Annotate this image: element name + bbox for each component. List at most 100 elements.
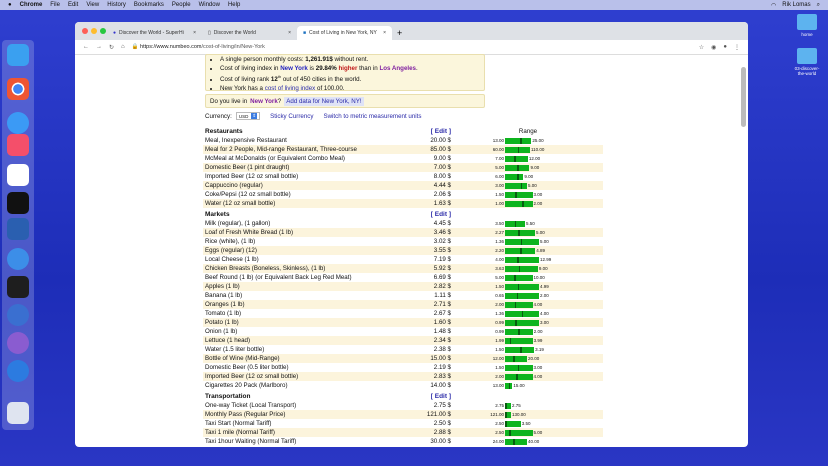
- range-low: 13.00: [492, 383, 504, 388]
- edit-link[interactable]: [ Edit ]: [373, 390, 453, 401]
- slack-icon[interactable]: [7, 164, 29, 186]
- vscode-icon[interactable]: [7, 218, 29, 240]
- table-row: Oranges (1 lb) 2.71 $ 2.00 4.00: [203, 300, 603, 309]
- menu-icon[interactable]: ⋮: [734, 44, 740, 51]
- figma-icon[interactable]: [7, 276, 29, 298]
- item-name: McMeal at McDonalds (or Equivalent Combo…: [205, 155, 345, 162]
- range-bar: 1.50 3.00: [455, 190, 601, 199]
- sticky-currency-link[interactable]: Sticky Currency: [270, 113, 313, 120]
- tweetbot-icon[interactable]: [7, 360, 29, 382]
- tab-superhi[interactable]: ● Discover the World - SuperHi ×: [107, 26, 202, 40]
- trash-icon[interactable]: [7, 402, 29, 424]
- edit-link[interactable]: [ Edit ]: [373, 208, 453, 219]
- clock-icon[interactable]: [7, 248, 29, 270]
- menu-bookmarks[interactable]: Bookmarks: [134, 2, 164, 8]
- metric-units-link[interactable]: Switch to metric measurement units: [323, 113, 421, 120]
- item-price: 4.44 $: [373, 181, 453, 190]
- item-name: Imported Beer (12 oz small bottle): [203, 372, 373, 381]
- wifi-icon[interactable]: ◠: [771, 2, 776, 9]
- range-low: 3.50: [495, 221, 504, 226]
- los-angeles-link[interactable]: Los Angeles: [379, 65, 416, 72]
- minimize-window-button[interactable]: [91, 28, 97, 34]
- range-fill: [505, 238, 539, 245]
- range-high: 3.50: [521, 421, 531, 426]
- paint-icon[interactable]: [7, 332, 29, 354]
- range-low: 3.00: [495, 183, 504, 188]
- range-low: 3.63: [495, 266, 504, 271]
- scrollbar[interactable]: [741, 67, 746, 127]
- desktop-folder-discover[interactable]: 03-discover-the-world: [792, 48, 822, 76]
- item-price: 1.11 $: [434, 292, 451, 299]
- music-icon[interactable]: [7, 134, 29, 156]
- range-low: 1.50: [495, 347, 504, 352]
- range-fill: [505, 200, 533, 207]
- close-tab-icon[interactable]: ×: [193, 30, 196, 36]
- search-icon[interactable]: ⌕: [817, 2, 820, 9]
- menu-history[interactable]: History: [107, 2, 126, 8]
- range-bar: 0.65 2.00: [455, 291, 601, 300]
- add-data-button[interactable]: Add data for New York, NY!: [284, 96, 364, 106]
- range-low: 1.00: [495, 201, 504, 206]
- range-fill: [505, 355, 527, 362]
- item-name: Eggs (regular) (12): [203, 246, 373, 255]
- item-price: 2.71 $: [373, 300, 453, 309]
- table-row: Domestic Beer (0.5 liter bottle) 2.19 $ 1.…: [203, 363, 603, 372]
- table-row: Eggs (regular) (12) 3.55 $ 2.20 4.89: [203, 246, 603, 255]
- forward-icon[interactable]: →: [96, 44, 102, 50]
- table-row: Tomato (1 lb) 2.67 $ 1.36 4.00: [203, 309, 603, 318]
- range-header: [453, 208, 603, 219]
- menu-file[interactable]: File: [50, 2, 60, 8]
- menu-people[interactable]: People: [172, 2, 191, 8]
- range-bar: 6.00 9.00: [455, 172, 601, 181]
- tab-discover[interactable]: ▯ Discover the World ×: [202, 26, 297, 40]
- edit-link[interactable]: [ Edit ]: [373, 125, 453, 136]
- range-high: 9.00: [538, 266, 548, 271]
- range-fill: [505, 247, 536, 254]
- menu-app[interactable]: Chrome: [20, 2, 43, 8]
- cost-index-link[interactable]: cost of living index: [265, 85, 316, 92]
- price-marker: [518, 328, 520, 335]
- close-tab-icon[interactable]: ×: [288, 30, 291, 36]
- price-marker: [509, 337, 512, 344]
- range-bar: 2.00 4.00: [455, 372, 601, 381]
- profile-avatar[interactable]: ●: [723, 44, 727, 50]
- finder-icon[interactable]: [7, 44, 29, 66]
- zoom-window-button[interactable]: [100, 28, 106, 34]
- folder-icon: [797, 48, 817, 64]
- menu-help[interactable]: Help: [228, 2, 240, 8]
- menu-view[interactable]: View: [86, 2, 99, 8]
- tab-numbeo[interactable]: ■ Cost of Living in New York, NY ×: [297, 26, 392, 40]
- menu-window[interactable]: Window: [199, 2, 220, 8]
- range-low: 13.00: [492, 138, 504, 143]
- range-fill: [505, 382, 513, 389]
- desktop-folder-home[interactable]: home: [792, 14, 822, 37]
- chrome-icon[interactable]: [7, 78, 29, 100]
- apple-icon[interactable]: ●: [8, 2, 12, 8]
- address-bar[interactable]: 🔒 https://www.numbeo.com/cost-of-living/…: [132, 44, 692, 50]
- new-tab-button[interactable]: +: [392, 28, 402, 40]
- city-link[interactable]: New York: [250, 98, 278, 105]
- app-icon[interactable]: [7, 304, 29, 326]
- range-low: 0.65: [495, 293, 504, 298]
- user-name[interactable]: Rik Lomas: [782, 2, 810, 9]
- item-price: 1.48 $: [433, 328, 451, 335]
- menu-edit[interactable]: Edit: [68, 2, 78, 8]
- messages-icon[interactable]: [7, 112, 29, 134]
- close-tab-icon[interactable]: ×: [383, 30, 386, 36]
- range-fill: [505, 229, 536, 236]
- reload-icon[interactable]: ↻: [109, 44, 114, 51]
- range-high: 4.89: [536, 248, 546, 253]
- table-row: One-way Ticket (Local Transport) 2.75 $ 2.…: [203, 401, 603, 410]
- close-window-button[interactable]: [82, 28, 88, 34]
- terminal-icon[interactable]: [7, 192, 29, 214]
- live-box: Do you live in New York? Add data for Ne…: [205, 94, 485, 108]
- currency-select[interactable]: USD ⇕: [235, 112, 261, 120]
- price-marker: [518, 265, 521, 272]
- back-icon[interactable]: ←: [83, 44, 89, 50]
- star-icon[interactable]: ☆: [699, 44, 704, 51]
- extension-icon[interactable]: ◉: [711, 44, 716, 51]
- range-fill: [505, 420, 521, 427]
- item-name: Domestic Beer (1 pint draught): [203, 163, 373, 172]
- price-marker: [515, 319, 517, 326]
- home-icon[interactable]: ⌂: [121, 44, 125, 50]
